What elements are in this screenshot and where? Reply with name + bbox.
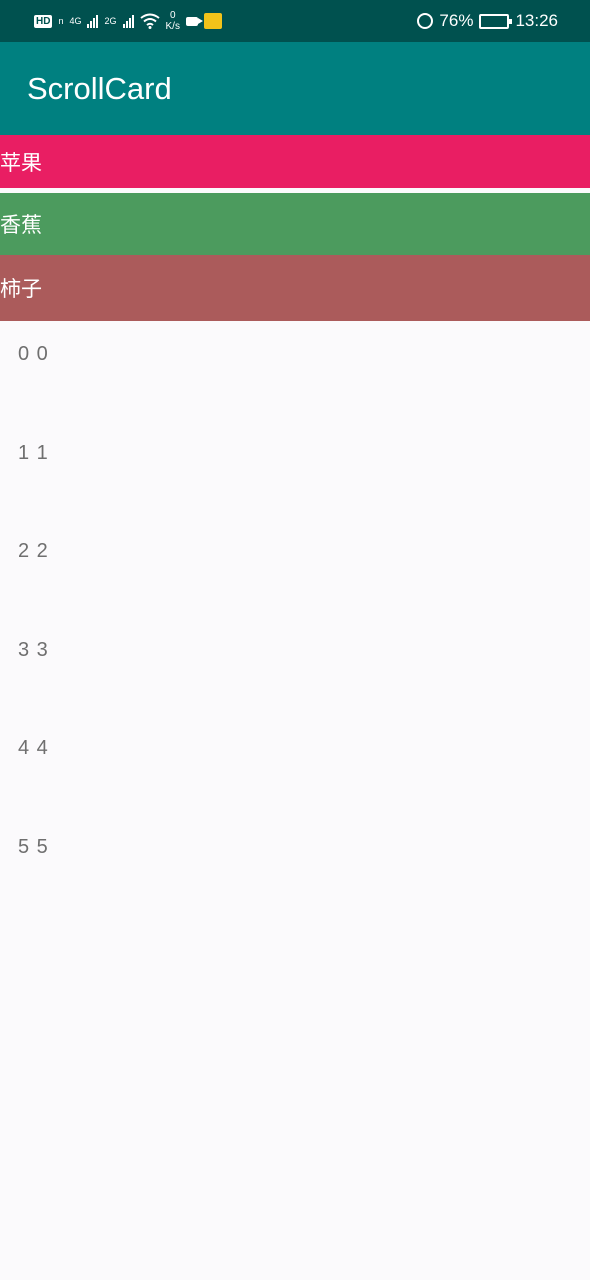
category-persimmon[interactable]: 柿子 (0, 255, 590, 321)
clock: 13:26 (515, 11, 558, 30)
sim1-type-label: 4G (69, 16, 82, 26)
list-item[interactable]: 4 4 (0, 715, 590, 814)
list-item[interactable]: 2 2 (0, 518, 590, 617)
signal-icon (87, 14, 99, 28)
sim-card-icon (203, 13, 222, 29)
sim2-type-label: 2G (104, 16, 117, 26)
category-label: 苹果 (0, 150, 42, 175)
category-label: 柿子 (0, 277, 42, 301)
list-item[interactable]: 5 5 (0, 814, 590, 913)
net-speed-value: 0 (169, 10, 176, 21)
wifi-icon (139, 13, 160, 29)
hd-sub-label: n (58, 16, 64, 26)
app-title: ScrollCard (27, 70, 172, 106)
list-item[interactable]: 3 3 (0, 617, 590, 716)
app-bar: ScrollCard (0, 42, 590, 135)
list-item[interactable]: 1 1 (0, 420, 590, 519)
battery-icon (479, 13, 513, 29)
battery-percent: 76% (439, 11, 474, 30)
status-bar: HD n 4G 2G 0 K/s 76% 13:26 (0, 0, 590, 42)
status-left: HD n 4G 2G 0 K/s (34, 10, 222, 32)
scroll-list[interactable]: 0 0 1 1 2 2 3 3 4 4 5 5 (0, 321, 590, 912)
category-banana[interactable]: 香蕉 (0, 193, 590, 255)
category-label: 香蕉 (0, 213, 42, 237)
signal-icon (122, 14, 134, 28)
status-right: 76% 13:26 (417, 11, 558, 31)
list-item[interactable]: 0 0 (0, 321, 590, 420)
net-speed-unit: K/s (165, 21, 180, 32)
net-speed: 0 K/s (166, 10, 180, 32)
category-apple[interactable]: 苹果 (0, 135, 590, 188)
video-icon (185, 16, 203, 26)
alarm-icon (417, 13, 434, 29)
hd-icon: HD (34, 14, 53, 28)
